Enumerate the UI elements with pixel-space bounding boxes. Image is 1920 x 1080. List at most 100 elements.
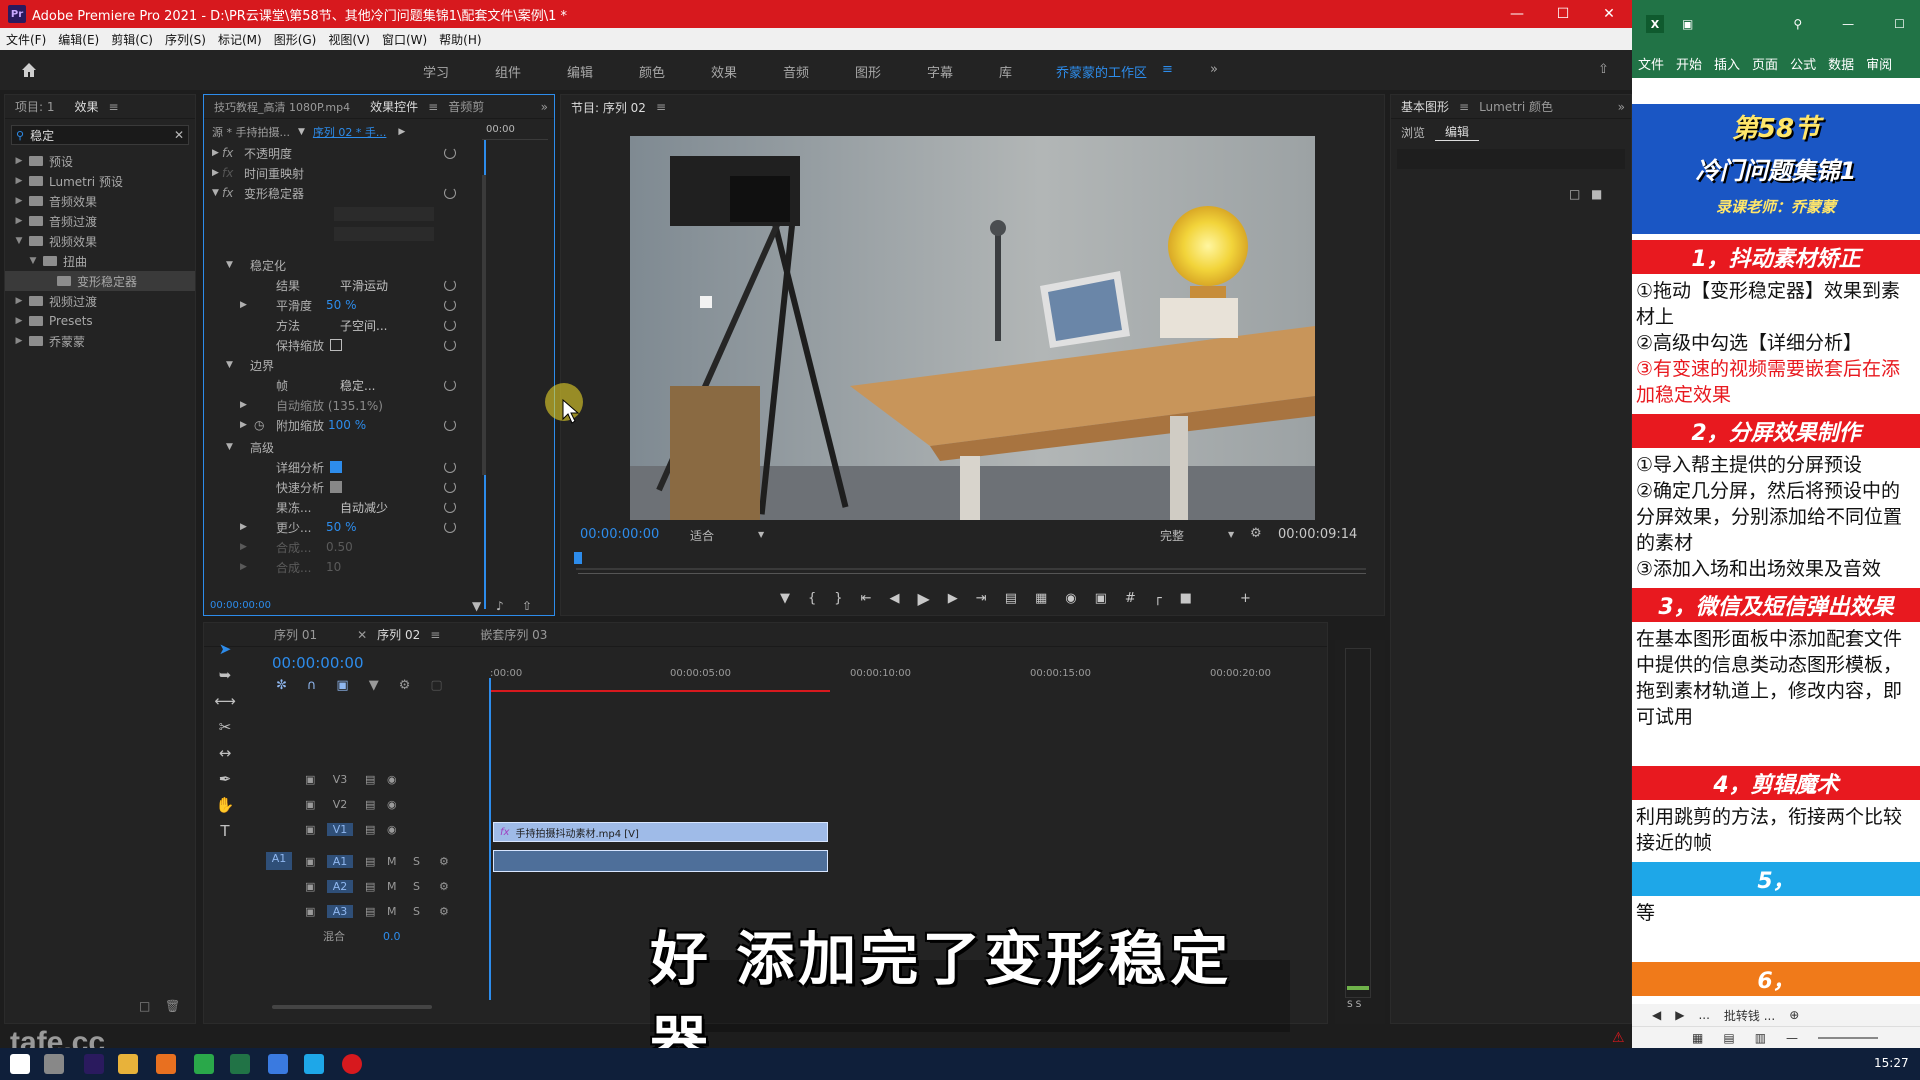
reset-icon[interactable] <box>444 501 456 513</box>
linked-selection-icon[interactable]: ▣ <box>336 678 348 693</box>
tab-effect-controls[interactable]: 效果控件 <box>360 98 428 115</box>
source-patch-a1[interactable]: A1 <box>266 852 292 870</box>
add-sheet-icon[interactable]: ⊕ <box>1789 1008 1799 1022</box>
effects-tree-item[interactable]: ▶ 视频过渡 <box>5 291 195 311</box>
panel-overflow-icon[interactable]: » <box>541 100 554 114</box>
premiere-taskbar-icon[interactable] <box>84 1054 104 1074</box>
sheet-prev-icon[interactable]: ◀ <box>1652 1008 1661 1022</box>
effects-tree-item[interactable]: ▶ 音频效果 <box>5 191 195 211</box>
program-video-frame[interactable] <box>630 136 1315 520</box>
chevron-right-icon[interactable]: ▶ <box>13 176 25 186</box>
search-icon[interactable]: ⚲ <box>1793 17 1802 31</box>
chevron-right-icon[interactable]: ▶ <box>13 216 25 226</box>
menu-help[interactable]: 帮助(H) <box>433 31 487 48</box>
method-dropdown[interactable]: 子空间... <box>340 317 410 333</box>
warning-icon[interactable]: ⚠ <box>1612 1030 1625 1046</box>
effects-tree-item[interactable]: 变形稳定器 <box>5 271 195 291</box>
zoom-out-icon[interactable]: — <box>1786 1031 1798 1045</box>
start-menu-icon[interactable] <box>10 1054 30 1074</box>
timeline-settings-icon[interactable]: ⚙ <box>399 678 411 693</box>
excel-taskbar-icon[interactable] <box>230 1054 250 1074</box>
section-text-cell[interactable]: 利用跳剪的方法，衔接两个比较接近的帧 <box>1636 804 1916 856</box>
program-playhead[interactable] <box>574 552 582 564</box>
timeline-horizontal-scrollbar[interactable] <box>272 1005 432 1009</box>
excel-ribbon-tab[interactable]: 开始 <box>1670 54 1708 73</box>
less-crop-value[interactable]: 50 % <box>326 520 357 534</box>
lock-icon[interactable]: ▣ <box>305 880 327 893</box>
minimize-button[interactable]: — <box>1494 0 1540 28</box>
add-marker-icon[interactable]: ▼ <box>780 591 790 606</box>
effects-search-box[interactable]: ⚲ 稳定 ✕ <box>11 125 189 145</box>
menu-marker[interactable]: 标记(M) <box>212 31 268 48</box>
mark-out-icon[interactable]: } <box>834 591 842 606</box>
mute-icon[interactable]: M <box>387 880 413 893</box>
workspace-learn[interactable]: 学习 <box>423 62 449 81</box>
tab-effects[interactable]: 效果 <box>65 98 109 115</box>
section-text-cell[interactable]: 在基本图形面板中添加配套文件中提供的信息类动态图形模板，拖到素材轨道上，修改内容… <box>1636 626 1916 730</box>
section-text-cell[interactable]: ③有变速的视频需要嵌套后在添加稳定效果 <box>1636 356 1916 408</box>
section-title[interactable]: 1，抖动素材矫正 <box>1632 240 1920 274</box>
snap-icon[interactable]: ∩ <box>307 678 317 693</box>
microphone-icon[interactable]: ⚙ <box>439 855 449 868</box>
step-back-icon[interactable]: ◀ <box>889 591 899 606</box>
chevron-down-icon[interactable]: ▼ <box>298 127 305 137</box>
workspace-menu-icon[interactable]: ≡ <box>1162 62 1173 77</box>
type-tool-icon[interactable]: T <box>220 822 229 840</box>
normal-view-icon[interactable]: ▦ <box>1692 1031 1703 1045</box>
play-icon[interactable]: ▶ <box>917 589 929 608</box>
filter-icon[interactable]: ▼ <box>472 599 481 613</box>
mute-icon[interactable]: M <box>387 855 413 868</box>
program-scrub-bar[interactable] <box>578 560 1366 574</box>
step-forward-icon[interactable]: ▶ <box>948 591 958 606</box>
excel-ribbon-tab[interactable]: 插入 <box>1708 54 1746 73</box>
tab-lumetri-color[interactable]: Lumetri 颜色 <box>1469 98 1563 115</box>
chevron-down-icon[interactable]: ▼ <box>1228 530 1234 539</box>
hand-tool-icon[interactable]: ✋ <box>216 796 235 814</box>
chevron-right-icon[interactable]: ▶ <box>13 156 25 166</box>
lock-icon[interactable]: ▣ <box>305 823 327 836</box>
menu-edit[interactable]: 编辑(E) <box>52 31 105 48</box>
video-track-header[interactable]: ▣ V3 ▤ ◉ <box>257 768 487 790</box>
timeline-ruler[interactable]: :00:00 00:00:05:00 00:00:10:00 00:00:15:00 0… <box>490 664 1310 690</box>
mark-in-icon[interactable]: { <box>808 591 816 606</box>
section-text-cell[interactable]: ①拖动【变形稳定器】效果到素材上 <box>1636 278 1916 330</box>
section-title[interactable]: 4，剪辑魔术 <box>1632 766 1920 800</box>
wechat-icon[interactable] <box>194 1054 214 1074</box>
chat-app-icon[interactable] <box>304 1054 324 1074</box>
zoom-slider[interactable] <box>1818 1036 1879 1039</box>
button-editor-icon[interactable]: + <box>1240 591 1251 606</box>
file-explorer-icon[interactable] <box>118 1054 138 1074</box>
mix-value[interactable]: 0.0 <box>383 930 401 943</box>
framing-dropdown[interactable]: 稳定... <box>340 377 410 393</box>
firefox-icon[interactable] <box>156 1054 176 1074</box>
track-name[interactable]: V1 <box>327 822 353 836</box>
program-monitor-title[interactable]: 节目: 序列 02 <box>561 99 656 116</box>
delete-icon[interactable]: 🗑 <box>165 999 180 1013</box>
effects-tree-item[interactable]: ▶ Lumetri 预设 <box>5 171 195 191</box>
panel-overflow-icon[interactable]: » <box>1618 100 1631 114</box>
program-timecode[interactable]: 00:00:00:00 <box>580 527 659 542</box>
audio-track-header[interactable]: ▣ A2 ▤ M S ⚙ <box>257 875 487 897</box>
effects-search-input[interactable]: 稳定 <box>30 127 174 144</box>
timeline-playhead[interactable] <box>489 678 491 1000</box>
menu-window[interactable]: 窗口(W) <box>376 31 433 48</box>
chevron-right-icon[interactable]: ▶ <box>13 196 25 206</box>
share-icon[interactable]: ⇧ <box>1598 62 1609 77</box>
trim-icon[interactable]: ┌ <box>1154 591 1162 606</box>
track-name[interactable]: A2 <box>327 879 353 893</box>
section-title[interactable]: 5， <box>1632 862 1920 896</box>
chevron-down-icon[interactable]: ▼ <box>758 530 764 539</box>
analyze-button[interactable] <box>334 207 434 221</box>
recorder-icon[interactable] <box>342 1054 362 1074</box>
effects-tree-item[interactable]: ▶ 预设 <box>5 151 195 171</box>
workspace-libraries[interactable]: 库 <box>999 62 1012 81</box>
track-name[interactable]: V2 <box>327 798 353 811</box>
quality-dropdown[interactable]: 完整 <box>1160 527 1184 544</box>
nest-icon[interactable]: ✼ <box>276 678 287 693</box>
chevron-right-icon[interactable]: ▶ <box>13 296 25 306</box>
play-audio-icon[interactable]: ♪ <box>496 599 504 613</box>
menu-graphics[interactable]: 图形(G) <box>268 31 323 48</box>
excel-ribbon-tab[interactable]: 文件 <box>1632 54 1670 73</box>
excel-ribbon-tab[interactable]: 审阅 <box>1860 54 1898 73</box>
workspace-edit[interactable]: 编辑 <box>567 62 593 81</box>
